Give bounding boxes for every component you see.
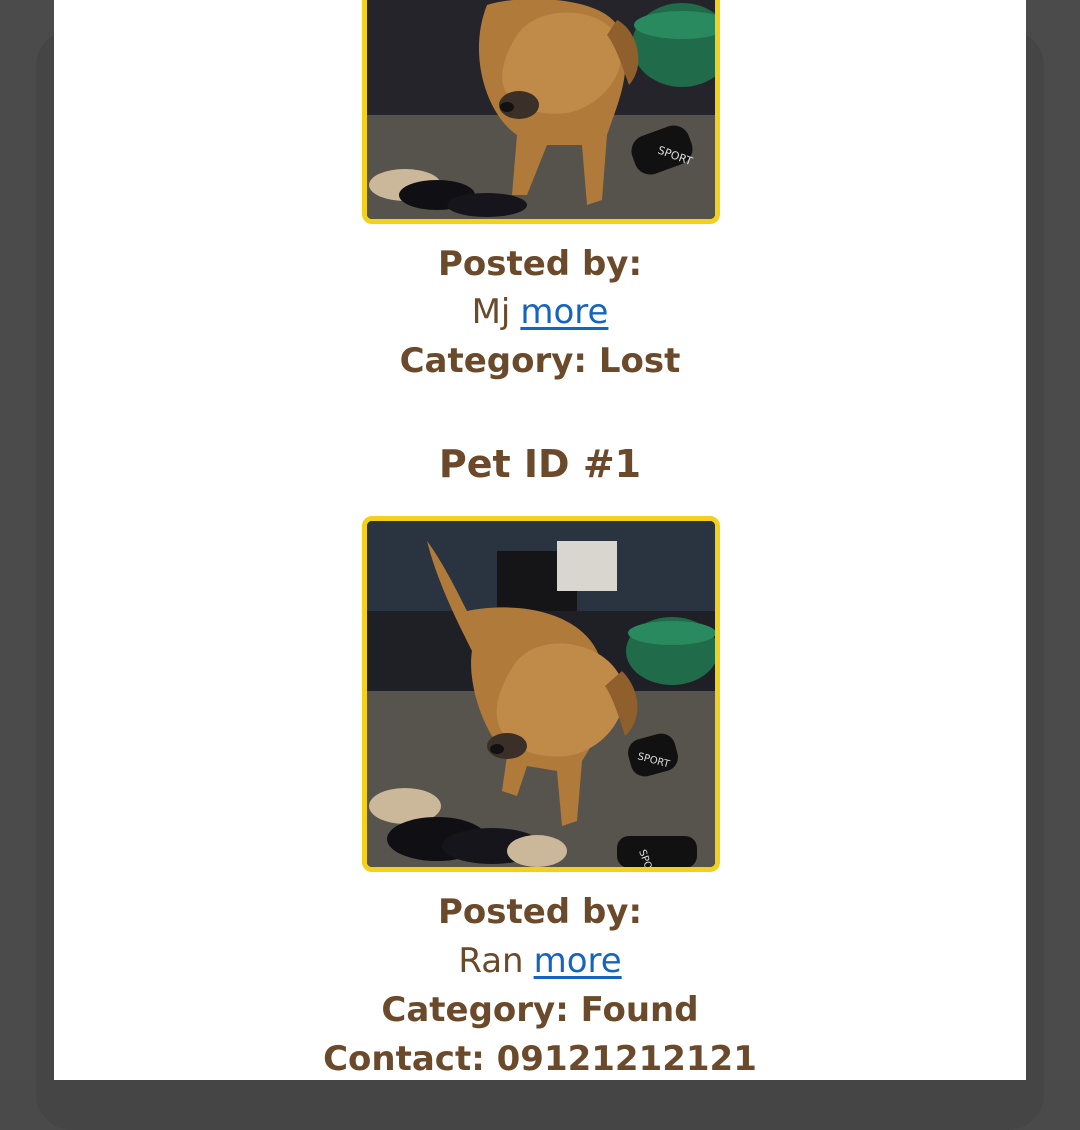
- pet-photo[interactable]: SPORT SPOR: [362, 516, 720, 872]
- posted-by-label: Posted by:: [437, 892, 643, 932]
- more-link[interactable]: more: [520, 292, 608, 332]
- pet-id-title: Pet ID #1: [438, 442, 642, 486]
- dog-photo-image: SPORT: [367, 0, 715, 219]
- pet-list-sheet[interactable]: SPORT Posted by: Mj more Category: Lost P…: [54, 0, 1026, 1080]
- dog-photo-image: SPORT SPOR: [367, 521, 715, 867]
- category-line: Category: Lost: [399, 341, 681, 381]
- posted-by-label: Posted by:: [437, 244, 643, 284]
- author-name: Ran: [458, 941, 524, 981]
- category-line: Category: Found: [381, 990, 699, 1030]
- author-line: Ran more: [54, 941, 1026, 981]
- pet-photo[interactable]: SPORT: [362, 0, 720, 224]
- author-name: Mj: [471, 292, 511, 332]
- author-line: Mj more: [54, 292, 1026, 332]
- more-link[interactable]: more: [534, 941, 622, 981]
- contact-line: Contact: 09121212121: [323, 1039, 757, 1079]
